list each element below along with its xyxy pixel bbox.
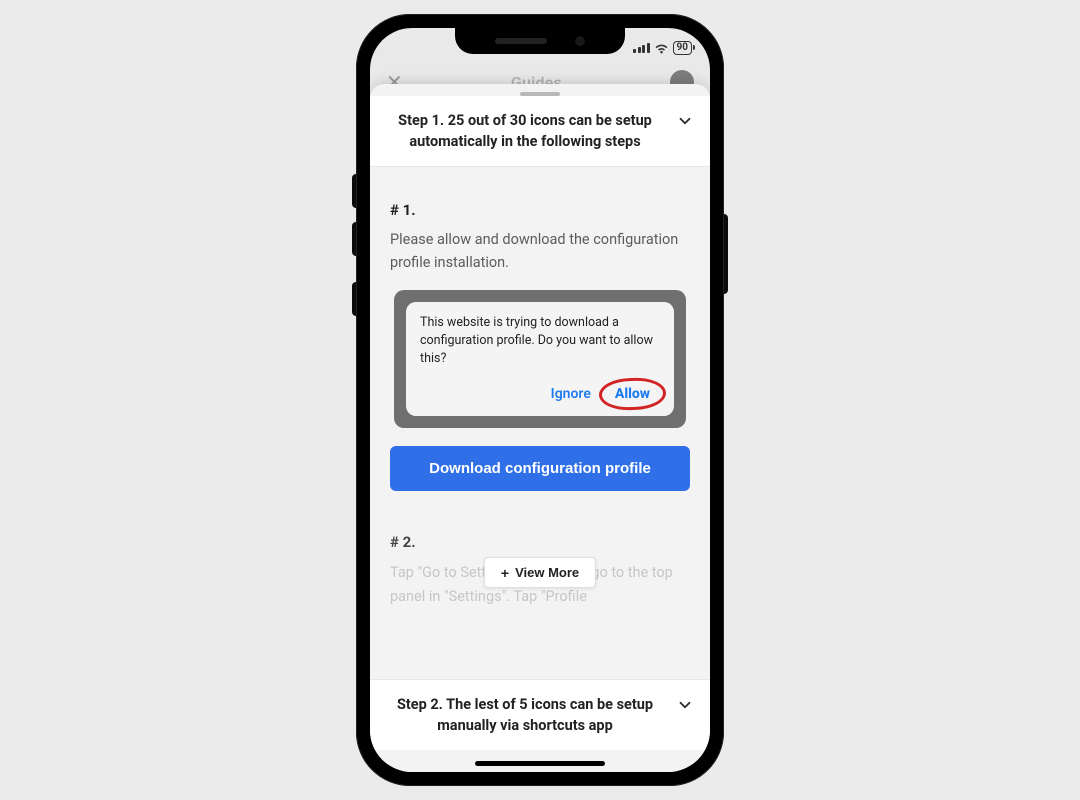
step2-title: Step 2. The lest of 5 icons can be setup…	[386, 694, 664, 736]
substep1-desc: Please allow and download the configurat…	[390, 229, 690, 274]
step1-title: Step 1. 25 out of 30 icons can be setup …	[386, 110, 664, 152]
chevron-down-icon	[676, 696, 694, 714]
phone-frame: 90 ✕ Guides Step 1. 25 out of 30 icons c…	[356, 14, 724, 786]
battery-indicator: 90	[673, 41, 692, 55]
step1-content: # 1. Please allow and download the confi…	[370, 167, 710, 609]
notch	[455, 28, 625, 54]
wifi-icon	[654, 42, 669, 54]
step1-accordion[interactable]: Step 1. 25 out of 30 icons can be setup …	[370, 96, 710, 167]
substep2-heading: # 2.	[390, 533, 690, 551]
chevron-down-icon	[676, 112, 694, 130]
substep1-heading: # 1.	[390, 201, 690, 219]
view-more-button[interactable]: + View More	[484, 557, 596, 588]
cellular-icon	[633, 43, 650, 53]
dialog-message: This website is trying to download a con…	[420, 314, 660, 368]
dialog-ignore-button: Ignore	[551, 386, 591, 402]
step2-accordion[interactable]: Step 2. The lest of 5 icons can be setup…	[370, 679, 710, 750]
substep2-block: # 2. Tap "Go to Settings" below and go t…	[390, 533, 690, 609]
dialog-allow-button: Allow	[605, 382, 660, 406]
download-profile-button[interactable]: Download configuration profile	[390, 446, 690, 491]
phone-screen: 90 ✕ Guides Step 1. 25 out of 30 icons c…	[370, 28, 710, 772]
bottom-sheet: Step 1. 25 out of 30 icons can be setup …	[370, 84, 710, 772]
plus-icon: +	[501, 566, 509, 580]
home-indicator[interactable]	[475, 761, 605, 766]
dialog-illustration: This website is trying to download a con…	[394, 290, 686, 428]
highlight-circle-icon	[598, 377, 666, 411]
